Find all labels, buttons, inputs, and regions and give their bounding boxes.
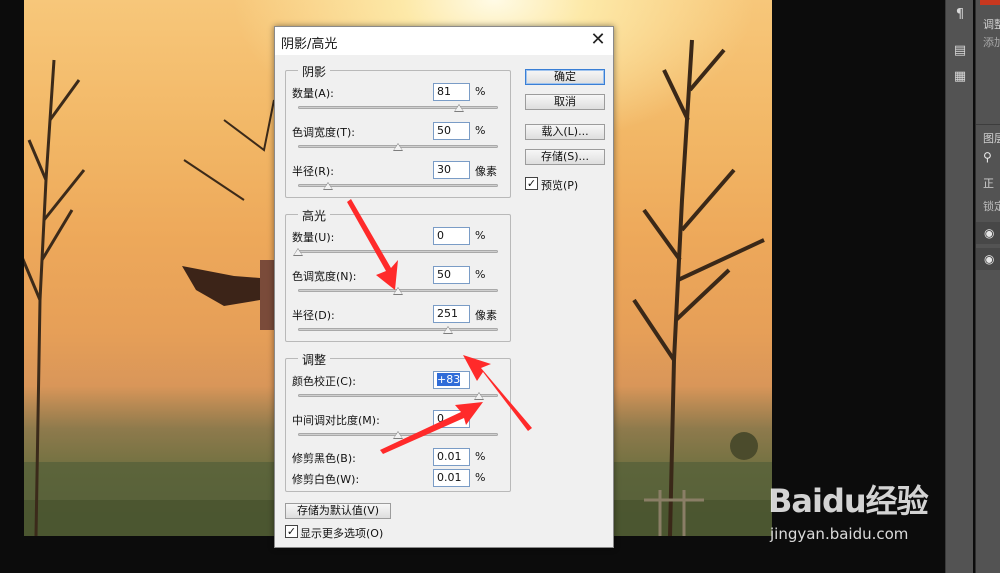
close-icon[interactable]: ✕ [587,29,609,51]
watermark-url: jingyan.baidu.com [770,525,909,543]
save-button[interactable]: 存储(S)... [525,149,605,165]
panels-edge: 调整 添加 图层 ⚲ 正 锁定 ◉ ◉ [975,0,1000,573]
shadows-amount-unit: % [475,85,486,98]
document-icon[interactable]: ▦ [951,68,969,86]
highlights-amount-thumb[interactable] [293,248,303,256]
clip-white-unit: % [475,471,486,484]
preview-label: 预览(P) [541,179,579,192]
shadows-amount-thumb[interactable] [454,104,464,112]
color-correction-input[interactable]: +83 [433,371,470,389]
watermark-logo: Baidu经验 [768,482,929,520]
shadows-tonal-input[interactable]: 50 [433,122,470,140]
highlights-group: 高光 数量(U): 0 % 色调宽度(N): 50 % 半径(D): 251 像… [285,207,511,342]
color-correction-label: 颜色校正(C): [292,375,356,388]
color-correction-slider[interactable] [298,394,498,397]
highlights-radius-thumb[interactable] [443,326,453,334]
highlights-radius-slider[interactable] [298,328,498,331]
baidu-watermark: Baidu经验 jingyan.baidu.com [768,470,948,550]
clip-black-unit: % [475,450,486,463]
add-adjust-label: 添加 [983,36,1000,49]
adjust-panel-tab[interactable]: 调整 [983,16,1000,32]
preview-checkbox[interactable]: ✓ [525,177,538,190]
highlights-tonal-thumb[interactable] [393,287,403,295]
shadows-tonal-label: 色调宽度(T): [292,126,356,139]
paragraph-icon[interactable]: ¶ [951,6,969,24]
highlights-amount-label: 数量(U): [292,231,335,244]
shadows-group: 阴影 数量(A): 81 % 色调宽度(T): 50 % 半径(R): 30 像… [285,63,511,198]
color-correction-value: +83 [437,373,461,386]
highlights-amount-unit: % [475,229,486,242]
dialog-title: 阴影/高光 [281,37,338,52]
highlights-tonal-unit: % [475,268,486,281]
highlights-amount-slider[interactable] [298,250,498,253]
highlights-amount-input[interactable]: 0 [433,227,470,245]
shadows-amount-label: 数量(A): [292,87,334,100]
adjustments-group: 调整 颜色校正(C): +83 中间调对比度(M): 0 修剪黑色(B): 0.… [285,351,511,492]
adjustments-legend: 调整 [298,351,331,368]
shadows-legend: 阴影 [298,63,331,80]
shadows-amount-slider[interactable] [298,106,498,109]
highlights-radius-input[interactable]: 251 [433,305,470,323]
shadows-radius-unit: 像素 [475,165,497,178]
cancel-button[interactable]: 取消 [525,94,605,110]
clip-black-input[interactable]: 0.01 [433,448,470,466]
shadows-radius-label: 半径(R): [292,165,334,178]
midtone-contrast-thumb[interactable] [393,431,403,439]
clip-white-label: 修剪白色(W): [292,473,360,486]
load-button[interactable]: 载入(L)... [525,124,605,140]
panel-toolstrip: ¶ ▤ ▦ [945,0,973,573]
clip-black-label: 修剪黑色(B): [292,452,356,465]
visibility-eye-icon[interactable]: ◉ [976,222,1000,244]
clip-white-input[interactable]: 0.01 [433,469,470,487]
color-swatch [980,0,1000,5]
shadows-radius-thumb[interactable] [323,182,333,190]
layers-panel-tab[interactable]: 图层 [983,130,1000,146]
properties-icon[interactable]: ▤ [951,42,969,60]
ok-button[interactable]: 确定 [525,69,605,85]
layer-search-icon[interactable]: ⚲ [983,150,992,164]
more-options-label: 显示更多选项(O) [300,527,384,540]
highlights-radius-unit: 像素 [475,309,497,322]
highlights-radius-label: 半径(D): [292,309,335,322]
shadows-radius-input[interactable]: 30 [433,161,470,179]
shadows-tonal-thumb[interactable] [393,143,403,151]
shadows-tonal-unit: % [475,124,486,137]
color-correction-thumb[interactable] [474,392,484,400]
highlights-tonal-label: 色调宽度(N): [292,270,357,283]
save-default-button[interactable]: 存储为默认值(V) [285,503,391,519]
midtone-contrast-label: 中间调对比度(M): [292,414,380,427]
shadows-highlights-dialog: 阴影/高光 ✕ 阴影 数量(A): 81 % 色调宽度(T): 50 % 半径(… [274,26,614,548]
highlights-legend: 高光 [298,207,331,224]
midtone-contrast-input[interactable]: 0 [433,410,470,428]
dialog-titlebar[interactable]: 阴影/高光 ✕ [275,27,613,55]
highlights-tonal-input[interactable]: 50 [433,266,470,284]
blend-mode-select[interactable]: 正 [983,175,994,191]
more-options-checkbox[interactable]: ✓ [285,525,298,538]
lock-label: 锁定 [983,200,1000,213]
visibility-eye-icon[interactable]: ◉ [976,248,1000,270]
shadows-amount-input[interactable]: 81 [433,83,470,101]
